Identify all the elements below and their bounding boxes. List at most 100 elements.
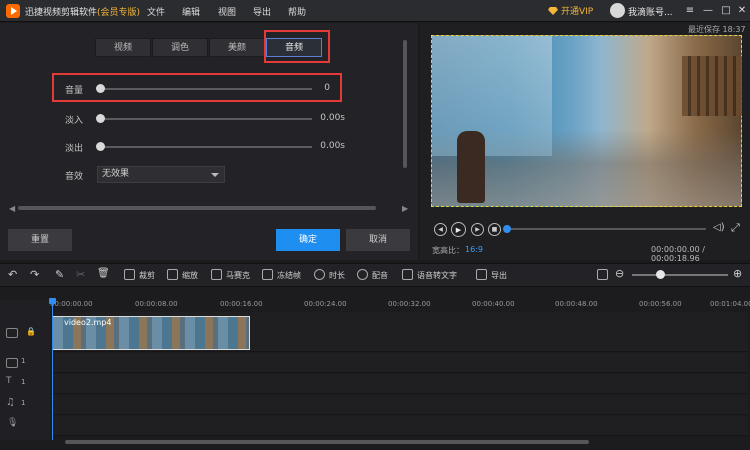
redo-icon[interactable]: ↷ [30,268,39,281]
timeline-zoom-slider[interactable] [632,274,728,276]
volume-icon[interactable]: ◁) [713,222,725,233]
track-count: 1 [21,378,26,386]
crop-tool[interactable]: 裁剪 [139,270,155,281]
playback-progress-knob[interactable] [503,225,511,233]
delete-icon[interactable]: 🗑 [97,268,110,279]
video-track-overlay[interactable] [52,353,748,373]
confirm-button[interactable]: 确定 [276,229,340,251]
timeline-tick: 00:00:08.00 [135,300,178,308]
mosaic-tool[interactable]: 马赛克 [226,270,250,281]
undo-icon[interactable]: ↶ [8,268,17,281]
aspect-ratio-value[interactable]: 16:9 [465,245,483,254]
dubbing-tool[interactable]: 配音 [372,270,388,281]
menu-export[interactable]: 导出 [253,5,271,18]
text-track-icon: T [6,376,12,386]
panel-vertical-scrollbar[interactable] [403,40,407,168]
playback-progress[interactable] [506,228,706,230]
speech-to-text-tool[interactable]: 语音转文字 [417,270,457,281]
music-track-icon: ♫ [6,397,15,408]
menu-file[interactable]: 文件 [147,5,165,18]
fade-out-slider[interactable] [100,146,312,148]
fullscreen-icon[interactable]: ⤢ [731,221,740,235]
playhead-handle[interactable] [49,298,56,304]
fade-in-value: 0.00s [320,113,345,123]
autosave-status: 最近保存 18:37 [688,25,746,34]
tab-video[interactable]: 视频 [95,38,151,57]
zoom-tool-icon [167,269,178,280]
maximize-icon[interactable]: □ [718,3,734,19]
timeline-tick: 00:00:16.00 [220,300,263,308]
playhead[interactable] [52,300,53,440]
open-vip-button[interactable]: 开通VIP [548,4,593,17]
timeline-tick: 00:00:48.00 [555,300,598,308]
close-icon[interactable]: ✕ [734,3,750,19]
volume-value: 0 [324,83,330,93]
menu-help[interactable]: 帮助 [288,5,306,18]
fade-out-value: 0.00s [320,141,345,151]
export-tool[interactable]: 导出 [491,270,507,281]
chevron-down-icon [211,173,219,177]
preview-awning [682,56,742,116]
lock-icon[interactable]: 🔒 [26,327,36,336]
panel-horizontal-scrollbar[interactable] [18,206,376,210]
fade-out-label: 淡出 [65,144,84,154]
mosaic-icon [211,269,222,280]
menu-edit[interactable]: 编辑 [182,5,200,18]
track-count: 1 [21,357,26,365]
fade-in-label: 淡入 [65,116,84,126]
fade-in-slider[interactable] [100,118,312,120]
scroll-left-icon[interactable]: ◀ [9,204,15,213]
fade-in-slider-knob[interactable] [96,114,105,123]
tab-color[interactable]: 调色 [152,38,208,57]
zoom-out-icon[interactable]: ⊖ [615,267,624,280]
speech-to-text-icon [402,269,413,280]
tab-audio-highlight [264,30,330,63]
prev-frame-icon[interactable]: ◀ [434,223,447,236]
voice-track[interactable] [52,416,748,436]
account-name[interactable]: 我滴账号... [628,5,673,18]
avatar[interactable] [610,3,625,18]
volume-slider-knob[interactable] [96,84,105,93]
app-title: 迅捷视频剪辑软件(会员专版) [25,8,141,18]
fade-out-slider-knob[interactable] [96,142,105,151]
text-track[interactable] [52,374,748,394]
tab-beauty[interactable]: 美颜 [209,38,265,57]
timeline-tick: 00:00:00.00 [50,300,93,308]
cancel-button[interactable]: 取消 [346,229,410,251]
stop-icon[interactable]: ■ [488,223,501,236]
clip-name: video2.mp4 [64,318,112,327]
edit-icon[interactable]: ✎ [55,268,64,281]
scroll-right-icon[interactable]: ▶ [402,204,408,213]
sound-effect-select[interactable]: 无效果 [97,166,225,183]
preview-person [457,131,485,203]
duration-tool[interactable]: 时长 [329,270,345,281]
menu-icon[interactable]: ≡ [682,3,698,19]
timeline-tick: 00:00:24.00 [304,300,347,308]
video-track-icon [6,328,18,338]
timeline-tick: 00:00:56.00 [639,300,682,308]
export-icon [476,269,487,280]
zoom-in-icon[interactable]: ⊕ [733,267,742,280]
edit-panel [0,23,418,260]
next-frame-icon[interactable]: ▶ [471,223,484,236]
video-preview[interactable] [431,35,742,207]
play-icon[interactable]: ▶ [451,222,466,237]
cut-icon[interactable]: ✂ [76,268,85,281]
timeline-scrollbar[interactable] [65,440,589,444]
music-track[interactable] [52,395,748,415]
reset-button[interactable]: 重置 [8,229,72,251]
track-count: 1 [21,399,26,407]
sound-effect-label: 音效 [65,172,84,182]
minimize-icon[interactable]: — [700,3,716,19]
crop-icon [124,269,135,280]
timeline-zoom-knob[interactable] [656,270,665,279]
aspect-ratio-label: 宽高比： [432,246,464,255]
timeline-tick: 00:01:04.00 [710,300,750,308]
volume-slider[interactable] [100,88,312,90]
dubbing-icon [357,269,368,280]
zoom-tool[interactable]: 缩放 [182,270,198,281]
menu-view[interactable]: 视图 [218,5,236,18]
freeze-frame-tool[interactable]: 冻结帧 [277,270,301,281]
timeline-tick: 00:00:40.00 [472,300,515,308]
fit-timeline-icon[interactable] [597,269,608,280]
